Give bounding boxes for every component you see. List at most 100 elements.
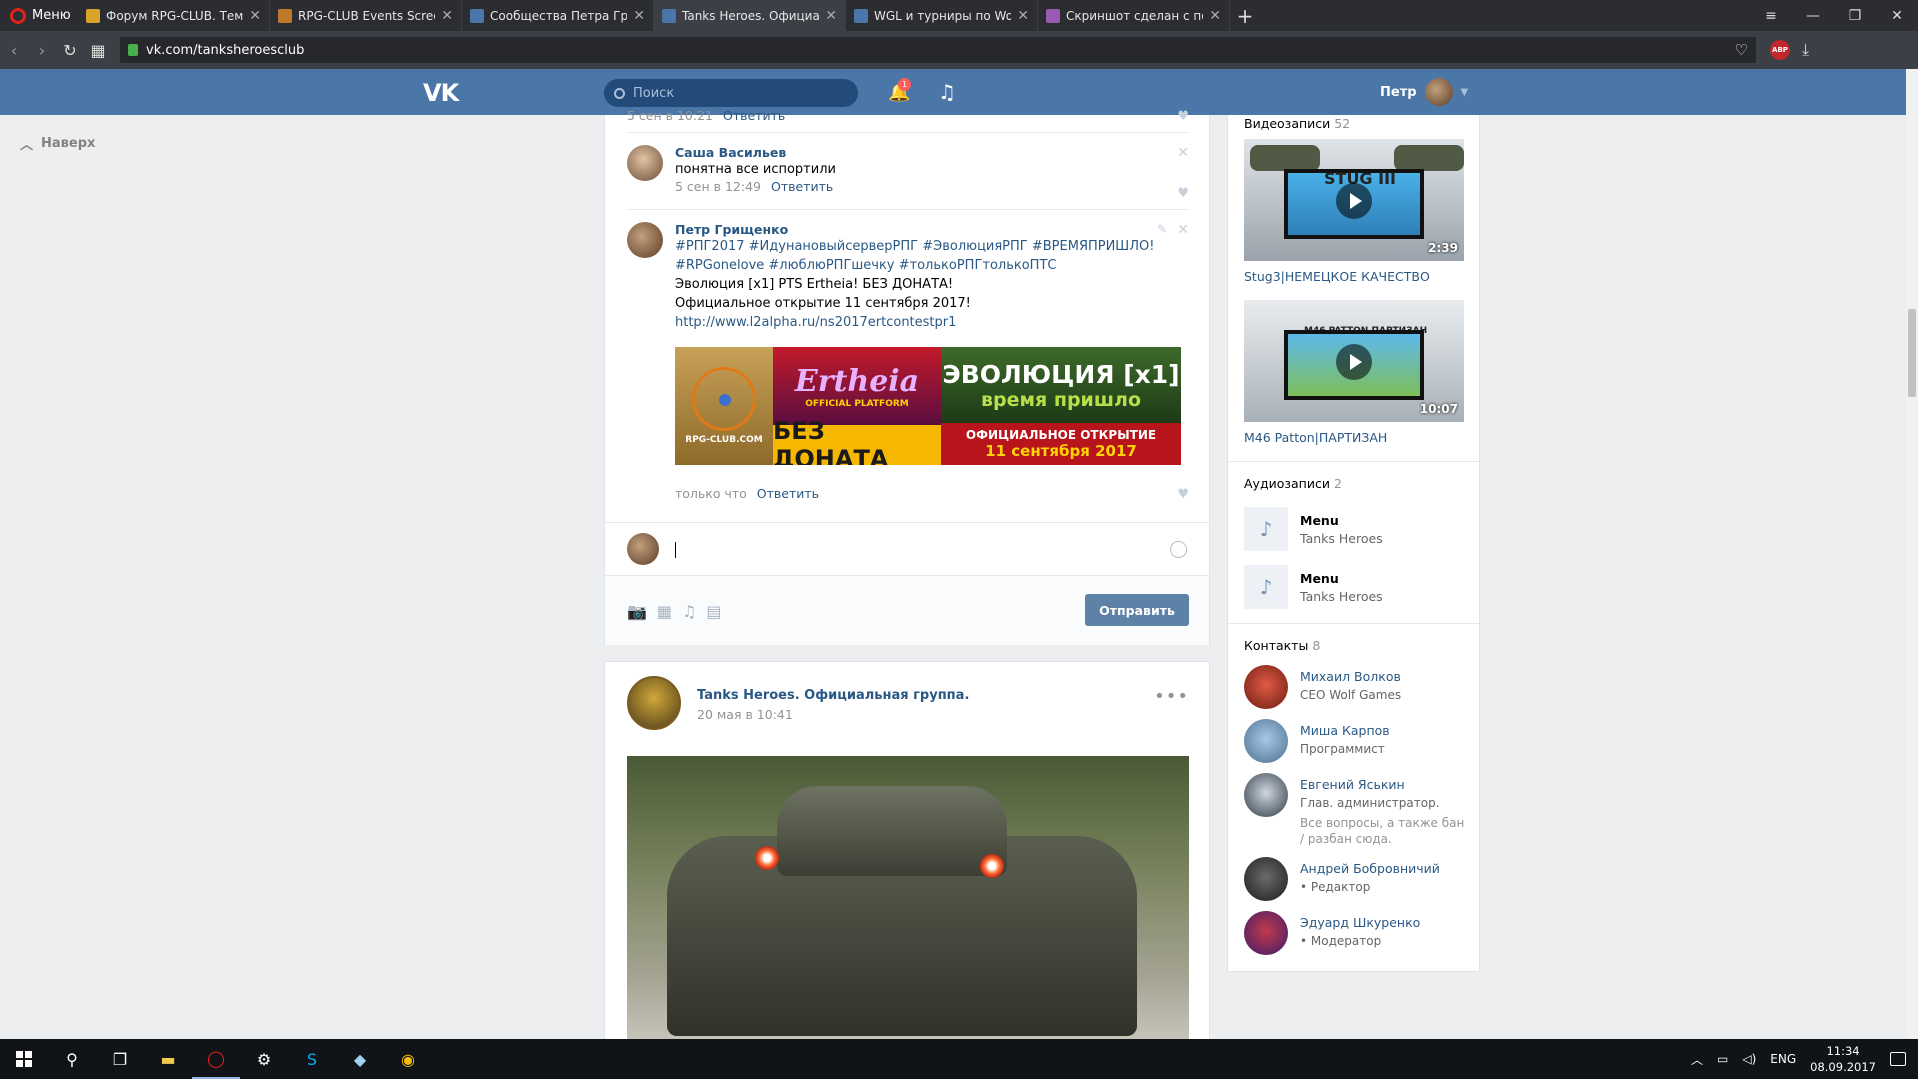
- video-film-icon[interactable]: ▦: [657, 602, 672, 621]
- network-icon[interactable]: ▭: [1717, 1052, 1728, 1066]
- browser-tab[interactable]: RPG-CLUB Events Screensh ✕: [270, 0, 462, 31]
- browser-tab[interactable]: Форум RPG-CLUB. Тема: F ✕: [78, 0, 270, 31]
- document-icon[interactable]: ▤: [706, 602, 721, 621]
- language-indicator[interactable]: ENG: [1770, 1052, 1796, 1066]
- comment-author[interactable]: Саша Васильев: [675, 145, 1189, 160]
- contact-item[interactable]: Михаил Волков CEO Wolf Games: [1244, 665, 1463, 709]
- avatar[interactable]: [1244, 773, 1288, 817]
- post-date[interactable]: 20 мая в 10:41: [697, 707, 793, 722]
- contact-name[interactable]: Эдуард Шкуренко: [1300, 915, 1420, 930]
- user-menu[interactable]: Петр ▼: [1380, 78, 1468, 106]
- vk-search[interactable]: [604, 79, 858, 107]
- avatar[interactable]: [1244, 911, 1288, 955]
- tab-close-icon[interactable]: ✕: [825, 8, 837, 24]
- close-icon[interactable]: ✕: [1177, 145, 1189, 161]
- post-author[interactable]: Tanks Heroes. Официальная группа.: [697, 688, 969, 703]
- contact-item[interactable]: Андрей Бобровничий • Редактор: [1244, 857, 1463, 901]
- forward-icon[interactable]: ›: [28, 41, 56, 60]
- reply-link[interactable]: Ответить: [771, 179, 833, 194]
- close-icon[interactable]: ✕: [1177, 222, 1189, 238]
- adblock-icon[interactable]: ABP: [1770, 40, 1790, 60]
- contact-item[interactable]: Миша Карпов Программист: [1244, 719, 1463, 763]
- close-window-icon[interactable]: ✕: [1876, 0, 1918, 31]
- action-center-icon[interactable]: [1890, 1052, 1906, 1066]
- tab-close-icon[interactable]: ✕: [1209, 8, 1221, 24]
- audio-header[interactable]: Аудиозаписи 2: [1244, 476, 1463, 491]
- like-icon[interactable]: ♥: [1177, 109, 1189, 124]
- search-icon[interactable]: ⚲: [48, 1039, 96, 1079]
- back-icon[interactable]: ‹: [0, 41, 28, 60]
- video-title[interactable]: Stug3|НЕМЕЦКОЕ КАЧЕСТВО: [1244, 269, 1463, 284]
- tab-close-icon[interactable]: ✕: [441, 8, 453, 24]
- contact-name[interactable]: Михаил Волков: [1300, 669, 1401, 684]
- video-thumbnail[interactable]: STUG III 2:39: [1244, 139, 1464, 261]
- video-thumbnail[interactable]: M46 PATTON ПАРТИЗАН 10:07: [1244, 300, 1464, 422]
- music-note-icon[interactable]: ♪: [1244, 565, 1288, 609]
- like-icon[interactable]: ♥: [1177, 186, 1189, 201]
- contact-item[interactable]: Евгений Яськин Глав. администратор. Все …: [1244, 773, 1464, 847]
- browser-tab[interactable]: Сообщества Петра Грищ ✕: [462, 0, 654, 31]
- reply-link[interactable]: Ответить: [723, 108, 785, 123]
- play-icon[interactable]: [1336, 183, 1372, 219]
- skype-icon[interactable]: S: [288, 1039, 336, 1079]
- send-button[interactable]: Отправить: [1085, 594, 1189, 626]
- back-to-top-button[interactable]: ︿ Наверх: [20, 134, 95, 153]
- play-icon[interactable]: [1336, 344, 1372, 380]
- video-title[interactable]: M46 Patton|ПАРТИЗАН: [1244, 430, 1463, 445]
- comment-input[interactable]: [673, 533, 1193, 567]
- promo-banner[interactable]: RPG-CLUB.COM Ertheia OFFICIAL PLATFORM Б…: [675, 347, 1181, 465]
- search-input[interactable]: [633, 85, 833, 101]
- tab-close-icon[interactable]: ✕: [249, 8, 261, 24]
- contact-name[interactable]: Евгений Яськин: [1300, 777, 1470, 792]
- reload-icon[interactable]: ↻: [56, 41, 84, 60]
- scrollbar-thumb[interactable]: [1908, 309, 1916, 397]
- browser-tab[interactable]: WGL и турниры по World ✕: [846, 0, 1038, 31]
- music-note-icon[interactable]: ♫: [938, 80, 956, 104]
- camera-icon[interactable]: 📷: [627, 602, 647, 621]
- tab-close-icon[interactable]: ✕: [1017, 8, 1029, 24]
- group-avatar[interactable]: [627, 676, 681, 730]
- app-icon[interactable]: ◆: [336, 1039, 384, 1079]
- opera-menu-button[interactable]: Меню: [0, 0, 78, 31]
- edit-pencil-icon[interactable]: ✎: [1157, 222, 1167, 236]
- avatar[interactable]: [1244, 665, 1288, 709]
- audio-item[interactable]: ♪ Menu Tanks Heroes: [1244, 503, 1463, 555]
- comment-hashtags[interactable]: #РПГ2017 #ИдунановыйсерверРПГ #ЭволюцияР…: [675, 237, 1189, 256]
- page-scrollbar[interactable]: [1906, 69, 1918, 1039]
- chevron-up-icon[interactable]: ︿: [1691, 1051, 1703, 1068]
- browser-tab-active[interactable]: Tanks Heroes. Официальн ✕: [654, 0, 846, 31]
- avatar[interactable]: [627, 145, 663, 181]
- more-dots-icon[interactable]: •••: [1154, 686, 1189, 707]
- start-button[interactable]: [0, 1039, 48, 1079]
- avatar[interactable]: [1244, 857, 1288, 901]
- contacts-header[interactable]: Контакты 8: [1244, 638, 1463, 653]
- comment-author[interactable]: Петр Грищенко: [675, 222, 1189, 237]
- browser-tab[interactable]: Скриншот сделан с помо ✕: [1038, 0, 1230, 31]
- music-note-icon[interactable]: ♪: [1244, 507, 1288, 551]
- minimize-icon[interactable]: —: [1792, 0, 1834, 31]
- contact-item[interactable]: Эдуард Шкуренко • Модератор: [1244, 911, 1463, 955]
- post-photo[interactable]: [627, 756, 1189, 1046]
- videos-header[interactable]: Видеозаписи 52: [1244, 116, 1463, 131]
- task-view-icon[interactable]: ❐: [96, 1039, 144, 1079]
- speed-dial-icon[interactable]: ▦: [84, 41, 112, 60]
- contact-name[interactable]: Миша Карпов: [1300, 723, 1390, 738]
- new-tab-button[interactable]: +: [1230, 0, 1260, 31]
- clock[interactable]: 11:34 08.09.2017: [1810, 1043, 1876, 1075]
- avatar[interactable]: [627, 222, 663, 258]
- emoji-icon[interactable]: [1170, 541, 1187, 558]
- volume-icon[interactable]: ◁): [1742, 1052, 1756, 1066]
- tab-close-icon[interactable]: ✕: [633, 8, 645, 24]
- download-icon[interactable]: ⤓: [1802, 40, 1809, 60]
- steam-icon[interactable]: ⚙: [240, 1039, 288, 1079]
- comment-link[interactable]: http://www.l2alpha.ru/ns2017ertcontestpr…: [675, 313, 1189, 332]
- music-note-icon[interactable]: ♫: [682, 602, 696, 621]
- comment-hashtags[interactable]: #RPGonelove #люблюРПГшечку #толькоРПГтол…: [675, 256, 1189, 275]
- reply-link[interactable]: Ответить: [757, 486, 819, 501]
- file-explorer-icon[interactable]: ▬: [144, 1039, 192, 1079]
- audio-item[interactable]: ♪ Menu Tanks Heroes: [1244, 561, 1463, 613]
- bookmark-heart-icon[interactable]: ♡: [1735, 41, 1748, 59]
- tab-menu-icon[interactable]: ≡: [1750, 0, 1792, 31]
- restore-icon[interactable]: ❐: [1834, 0, 1876, 31]
- opera-icon[interactable]: ◯: [192, 1039, 240, 1079]
